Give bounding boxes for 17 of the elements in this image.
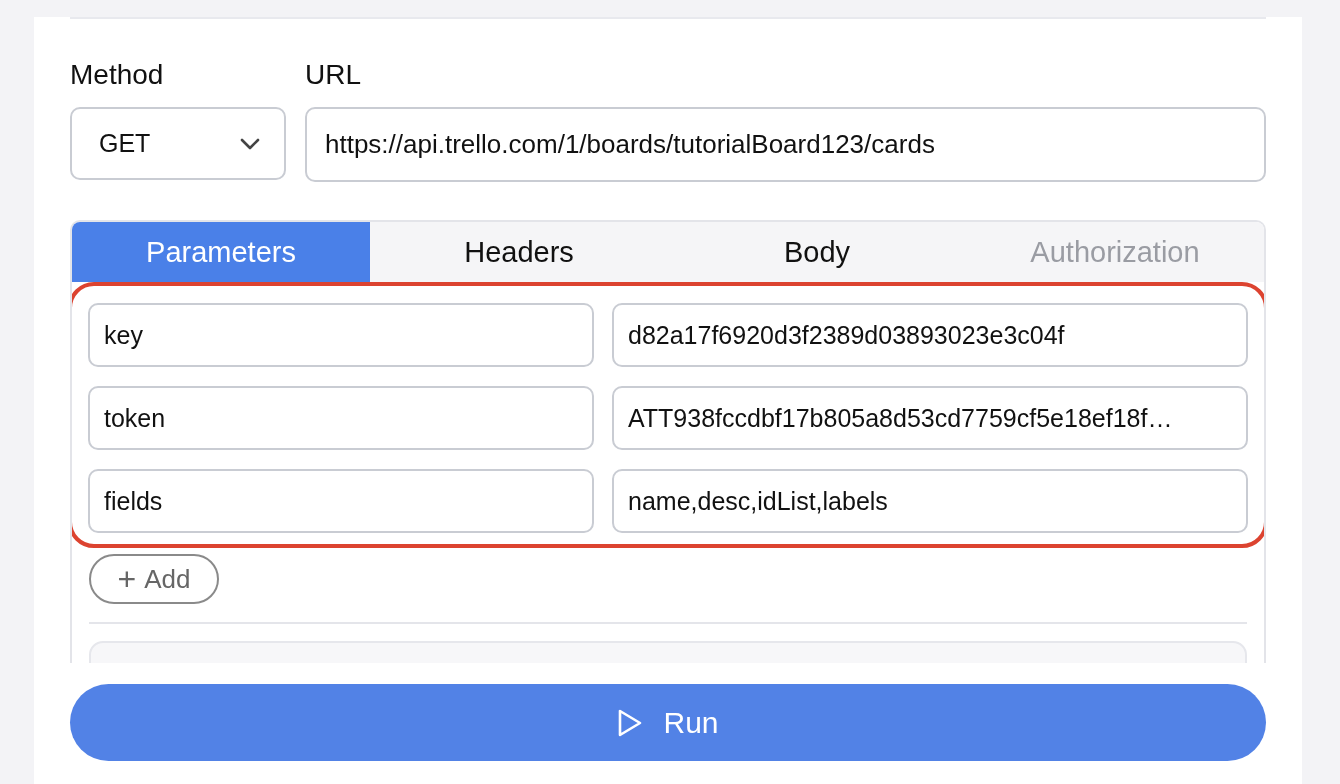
field-label: URL [305,59,361,91]
tab[interactable]: Parameters [72,222,370,282]
input-field[interactable]: fields [88,469,594,533]
tab[interactable]: Headers [370,222,668,282]
play-icon [617,707,644,738]
add-button[interactable]: + Add [89,554,219,604]
chevron-down-icon [240,137,260,150]
input-field[interactable]: d82a17f6920d3f2389d03893023e3c04f [612,303,1248,367]
input-field[interactable]: ATT938fccdbf17b805a8d53cd7759cf5e18ef18f… [612,386,1248,450]
run-button[interactable]: Run [70,684,1266,761]
tab[interactable]: Body [668,222,966,282]
input-field[interactable]: key [88,303,594,367]
field-label: Method [70,59,165,91]
input-field[interactable]: name,desc,idList,labels [612,469,1248,533]
input-field[interactable]: token [88,386,594,450]
method-dropdown[interactable]: GET [70,107,286,180]
url-field[interactable]: https://api.trello.com/1/boards/tutorialBoard123/cards [305,107,1266,182]
